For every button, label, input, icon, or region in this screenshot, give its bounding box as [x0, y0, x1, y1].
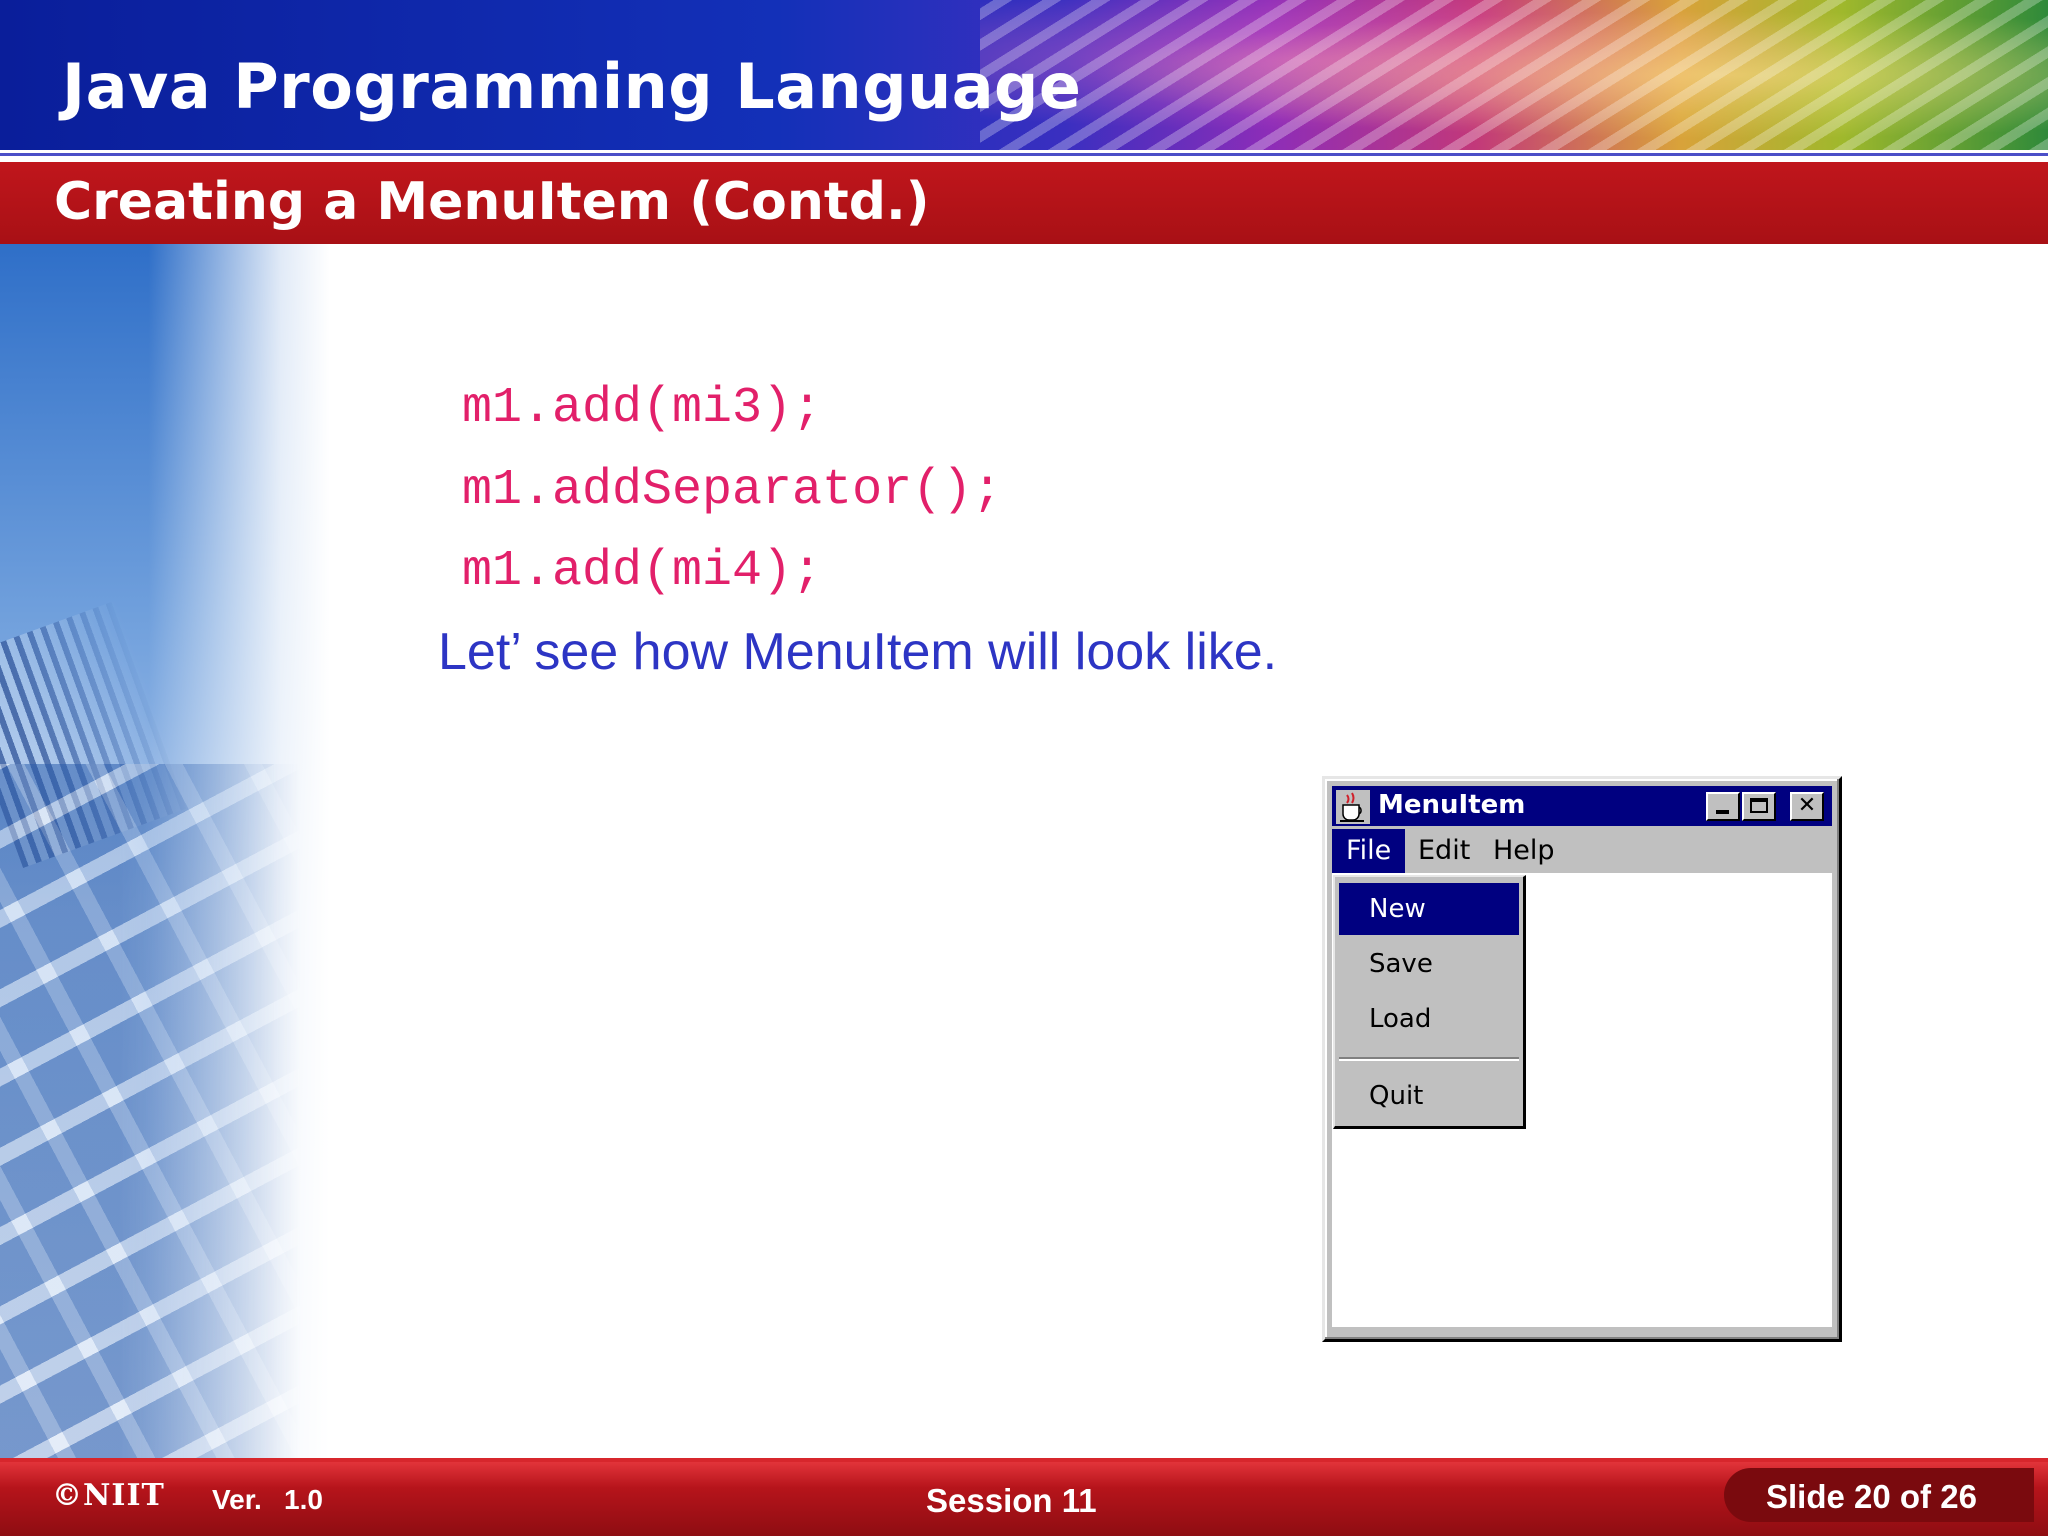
menu-help[interactable]: Help — [1479, 829, 1569, 873]
java-cup-icon — [1336, 790, 1370, 824]
code-line: m1.add(mi4); — [462, 543, 823, 600]
code-line: m1.add(mi3); — [462, 380, 823, 437]
keyboard-graphic — [0, 764, 300, 1464]
version-label: Ver. — [212, 1484, 262, 1515]
menu-item-new[interactable]: New — [1339, 883, 1519, 935]
menu-file[interactable]: File — [1332, 829, 1406, 873]
menu-separator — [1339, 1057, 1519, 1061]
slide-counter-badge: Slide 20 of 26 — [1724, 1468, 2034, 1522]
menu-bar: File Edit Help — [1332, 829, 1832, 873]
side-decorative-image — [0, 244, 330, 1464]
maximize-button[interactable] — [1742, 792, 1776, 821]
close-icon: ✕ — [1797, 793, 1817, 818]
version-number: 1.0 — [284, 1484, 323, 1515]
caption-text: Let’ see how MenuItem will look like. — [438, 623, 1278, 681]
niit-logo: ©NIIT — [52, 1478, 165, 1513]
window-titlebar[interactable]: MenuItem ✕ — [1332, 786, 1832, 826]
session-label: Session 11 — [926, 1482, 1097, 1519]
menu-item-load[interactable]: Load — [1339, 993, 1519, 1045]
code-line: m1.addSeparator(); — [462, 462, 1003, 519]
footer-bar: ©NIIT Ver. 1.0 Session 11 Slide 20 of 26 — [0, 1462, 2048, 1536]
slide-title: Creating a MenuItem (Contd.) — [54, 172, 930, 232]
file-menu-dropdown: New Save Load Quit — [1333, 875, 1526, 1129]
slide-title-bar: Creating a MenuItem (Contd.) — [0, 162, 2048, 244]
minimize-button[interactable] — [1706, 792, 1740, 821]
header-banner: Java Programming Language — [0, 0, 2048, 150]
slide-counter: Slide 20 of 26 — [1766, 1478, 1977, 1515]
banner-photo-collage — [980, 0, 2048, 150]
close-button[interactable]: ✕ — [1790, 792, 1824, 821]
minimize-icon — [1716, 810, 1729, 814]
menu-edit[interactable]: Edit — [1404, 829, 1484, 873]
maximize-icon — [1750, 798, 1768, 813]
menuitem-window: MenuItem ✕ File Edit Help New Save Load … — [1322, 776, 1842, 1342]
menu-item-save[interactable]: Save — [1339, 938, 1519, 990]
window-title: MenuItem — [1378, 790, 1526, 820]
course-title: Java Programming Language — [62, 50, 1082, 123]
header-divider — [0, 150, 2048, 162]
menu-item-quit[interactable]: Quit — [1339, 1070, 1519, 1122]
